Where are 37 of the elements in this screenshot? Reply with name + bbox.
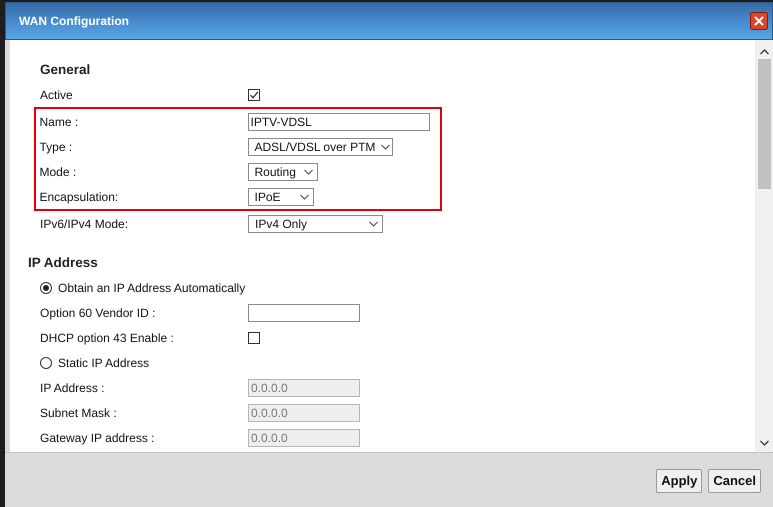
- checkbox[interactable]: [248, 332, 260, 344]
- field-label: Encapsulation:: [40, 190, 120, 204]
- field-label: Gateway IP address :: [40, 430, 156, 444]
- cancel-button[interactable]: Cancel: [708, 468, 761, 492]
- dropdown[interactable]: IPv4 Only: [248, 214, 383, 232]
- checkbox[interactable]: [248, 88, 260, 100]
- input-field[interactable]: IPTV-VDSL: [248, 112, 430, 130]
- field-label: Subnet Mask :: [40, 406, 118, 420]
- chevron-down-icon: [381, 144, 390, 150]
- field-label: DHCP option 43 Enable :: [40, 330, 175, 344]
- chevron-down-icon: [304, 168, 312, 174]
- apply-button[interactable]: Apply: [656, 468, 702, 492]
- field-label: IPv6/IPv4 Mode:: [40, 216, 130, 230]
- scrollbar-thumb[interactable]: [758, 59, 770, 189]
- radio-label[interactable]: Static IP Address: [58, 356, 150, 370]
- dropdown[interactable]: ADSL/VDSL over PTM: [248, 138, 392, 156]
- field-label: Option 60 Vendor ID :: [40, 306, 156, 320]
- chevron-down-icon: [369, 220, 378, 226]
- radio-button[interactable]: [40, 282, 52, 294]
- field-label: Active: [40, 88, 74, 102]
- scroll-down-icon[interactable]: [760, 440, 768, 446]
- section-heading: IP Address: [28, 254, 99, 272]
- dropdown[interactable]: Routing: [248, 162, 318, 180]
- close-icon[interactable]: [750, 12, 768, 30]
- radio-label[interactable]: Obtain an IP Address Automatically: [58, 280, 246, 294]
- radio-button[interactable]: [40, 356, 52, 368]
- field-label: Type :: [40, 140, 74, 154]
- field-label: Mode :: [40, 164, 78, 178]
- section-heading: General: [40, 61, 92, 79]
- chevron-down-icon: [300, 194, 308, 200]
- scrollbar[interactable]: [755, 40, 773, 452]
- scroll-up-icon[interactable]: [760, 49, 768, 55]
- window-title: WAN Configuration: [19, 14, 129, 28]
- dropdown[interactable]: IPoE: [248, 188, 314, 206]
- input-field[interactable]: [248, 304, 360, 322]
- field-label: Name :: [40, 114, 80, 128]
- field-label: IP Address :: [40, 380, 106, 394]
